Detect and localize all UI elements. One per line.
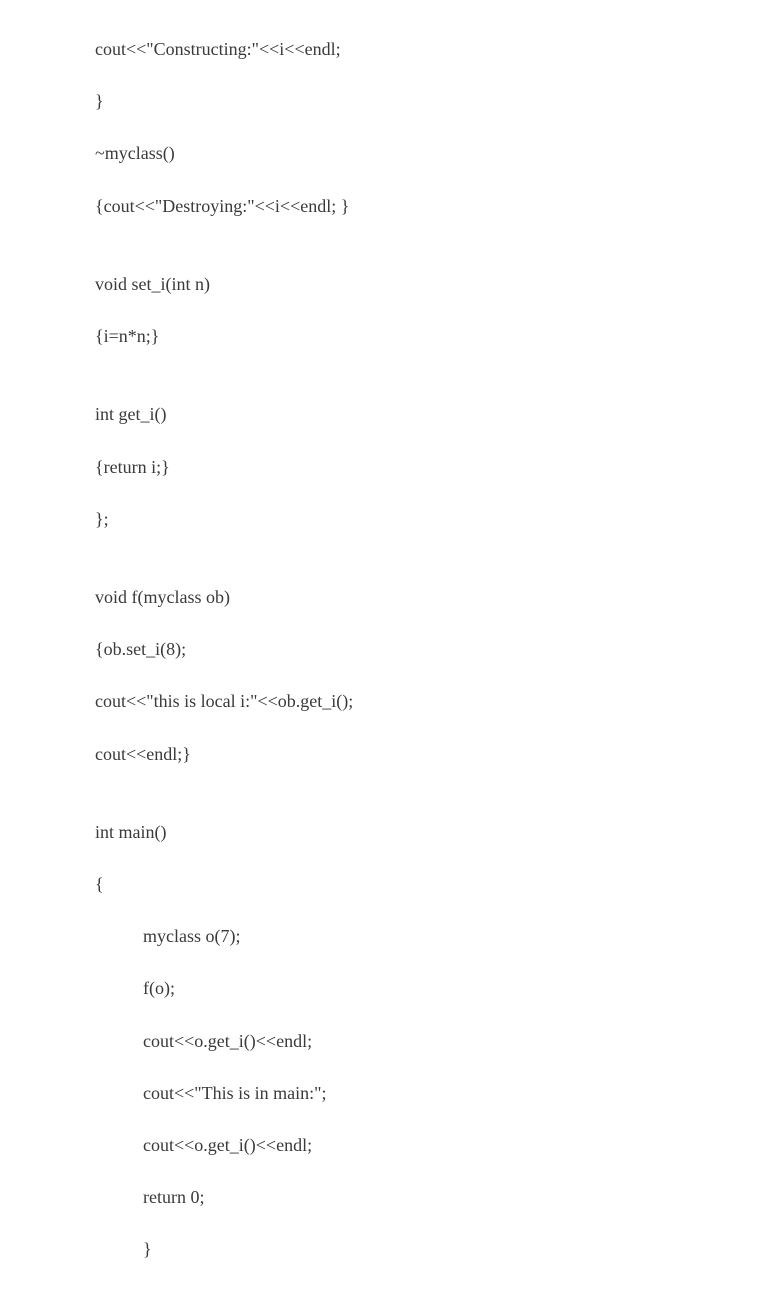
code-line: cout<<"Constructing:"<<i<<endl; (95, 36, 777, 62)
code-line: } (95, 88, 777, 114)
code-line: return 0; (95, 1184, 777, 1210)
code-line: void set_i(int n) (95, 271, 777, 297)
code-line: int main() (95, 819, 777, 845)
code-line: {i=n*n;} (95, 323, 777, 349)
code-line: cout<<"This is in main:"; (95, 1080, 777, 1106)
code-line: {ob.set_i(8); (95, 636, 777, 662)
code-line: {return i;} (95, 454, 777, 480)
code-line: cout<<endl;} (95, 741, 777, 767)
code-line: } (95, 1236, 777, 1262)
code-block: cout<<"Constructing:"<<i<<endl; } ~mycla… (0, 0, 777, 1289)
code-line: int get_i() (95, 401, 777, 427)
code-line: f(o); (95, 975, 777, 1001)
code-line: ~myclass() (95, 140, 777, 166)
code-line: cout<<o.get_i()<<endl; (95, 1028, 777, 1054)
code-line: myclass o(7); (95, 923, 777, 949)
code-line: }; (95, 506, 777, 532)
code-line: {cout<<"Destroying:"<<i<<endl; } (95, 193, 777, 219)
code-line: cout<<"this is local i:"<<ob.get_i(); (95, 688, 777, 714)
code-line: void f(myclass ob) (95, 584, 777, 610)
code-line: cout<<o.get_i()<<endl; (95, 1132, 777, 1158)
code-line: { (95, 871, 777, 897)
